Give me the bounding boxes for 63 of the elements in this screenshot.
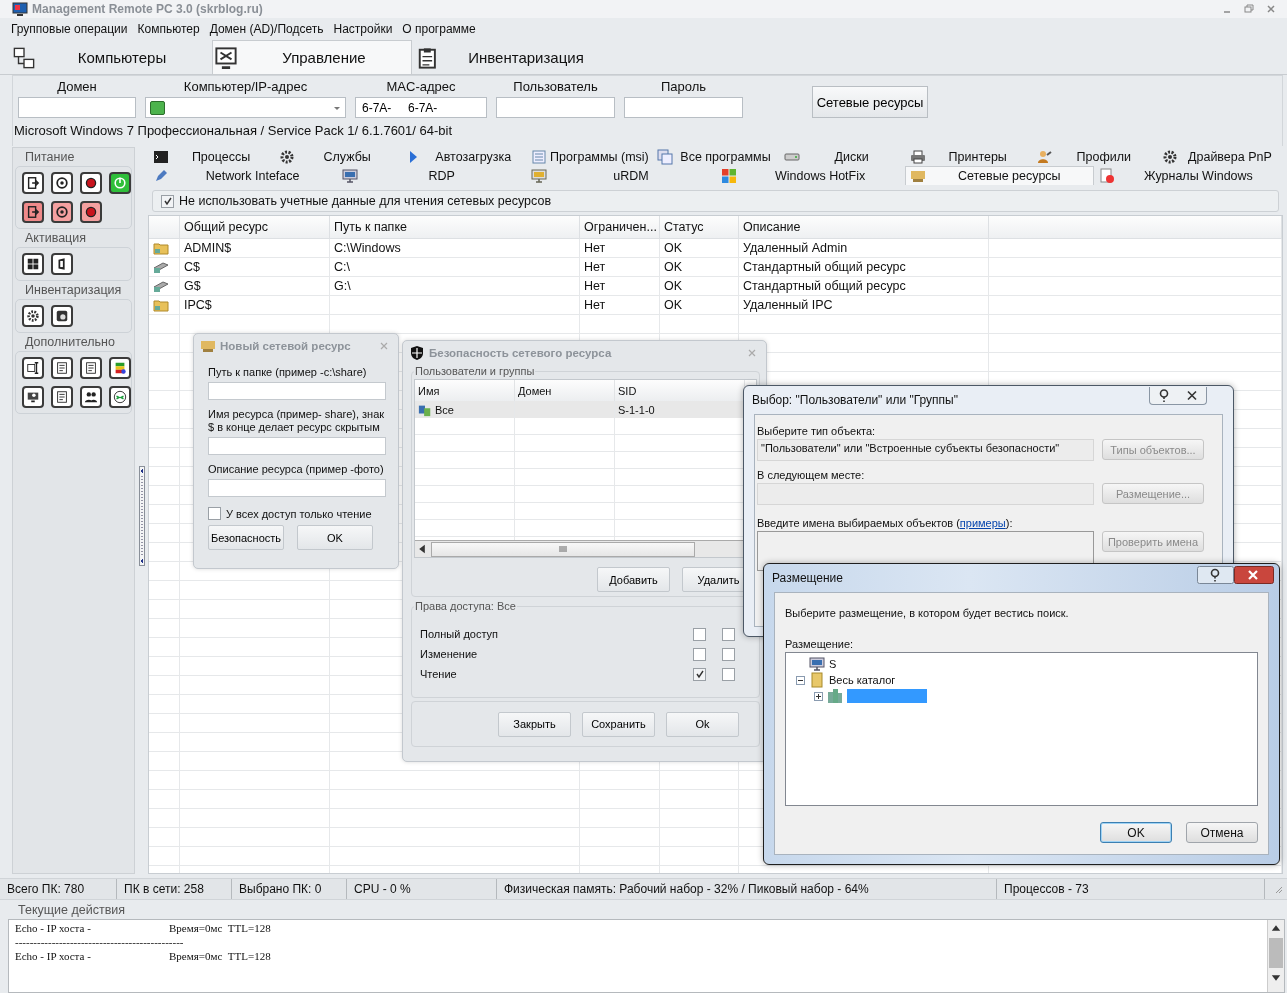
group-title: Активация bbox=[25, 231, 88, 247]
checkbox-label: У всех доступ только чтение bbox=[226, 507, 372, 520]
log-text: Время=0мс TTL=128 bbox=[169, 950, 271, 964]
field-label: Имя ресурса (пример- share), знак $ в конце делает ресурс скрытым bbox=[208, 408, 386, 434]
table-cell: G:\ bbox=[334, 279, 351, 293]
status-text: Процессов - 73 bbox=[1004, 882, 1089, 896]
table-cell: C$ bbox=[184, 260, 200, 274]
permission-label: Полный доступ bbox=[420, 628, 500, 640]
field-label: Домен bbox=[56, 79, 98, 96]
table-cell: S-1-1-0 bbox=[618, 403, 655, 416]
status-text: Всего ПК: 780 bbox=[7, 882, 85, 896]
table-cell: OK bbox=[664, 298, 683, 312]
status-text: Физическая память: Рабочий набор - 32% / Пиковый набор - 64% bbox=[504, 882, 869, 896]
field-label: Выберите тип объекта: bbox=[757, 425, 877, 437]
status-text: CPU - 0 % bbox=[354, 882, 411, 896]
field-label: Описание ресурса (пример -фото) bbox=[208, 463, 385, 476]
table-cell: G$ bbox=[184, 279, 201, 293]
prompt-text: Выберите размещение, в котором будет вестись поиск. bbox=[785, 607, 1070, 619]
field-label: Компьютер/IP-адрес bbox=[182, 79, 309, 96]
os-info: Microsoft Windows 7 Профессиональная / Service Pack 1/ 6.1.7601/ 64-bit bbox=[14, 123, 454, 138]
field-label: Пароль bbox=[659, 79, 708, 96]
field-label: Пользователь bbox=[512, 79, 599, 96]
tree-label: Размещение: bbox=[785, 638, 855, 650]
table-cell: Нет bbox=[584, 241, 606, 255]
table-cell: Нет bbox=[584, 260, 606, 274]
dialog-title: Безопасность сетевого ресурса bbox=[429, 347, 612, 359]
table-cell: OK bbox=[664, 279, 683, 293]
group-title: Дополнительно bbox=[25, 335, 116, 351]
window-title: Management Remote PC 3.0 (skrblog.ru) bbox=[32, 2, 263, 16]
log-title: Текущие действия bbox=[18, 903, 127, 919]
field-label: MAC-адрес bbox=[385, 79, 457, 96]
permission-label: Чтение bbox=[420, 668, 458, 680]
table-cell: C:\ bbox=[334, 260, 350, 274]
group-title: Питание bbox=[25, 150, 76, 166]
table-cell: C:\Windows bbox=[334, 241, 401, 255]
table-cell: Стандартный общий ресурс bbox=[743, 260, 906, 274]
table-cell: ADMIN$ bbox=[184, 241, 232, 255]
dialog-title: Новый сетевой ресурс bbox=[220, 340, 351, 352]
table-cell: Нет bbox=[584, 279, 606, 293]
log-text: Echo - IP хоста - bbox=[15, 950, 92, 964]
table-cell: Удаленный IPC bbox=[743, 298, 833, 312]
status-text: Выбрано ПК: 0 bbox=[239, 882, 322, 896]
table-cell: Стандартный общий ресурс bbox=[743, 279, 906, 293]
table-cell: Все bbox=[435, 403, 454, 416]
status-text: ПК в сети: 258 bbox=[124, 882, 204, 896]
table-cell: IPC$ bbox=[184, 298, 212, 312]
object-type-field: "Пользователи" или "Встроенные субъекты безопасности" bbox=[757, 439, 1094, 461]
group-title: Права доступа: Все bbox=[414, 600, 517, 612]
field-label: Путь к папке (пример -c:\share) bbox=[208, 366, 368, 379]
table-cell: OK bbox=[664, 260, 683, 274]
table-cell: Удаленный Admin bbox=[743, 241, 848, 255]
log-separator: ---------------------------------------------- bbox=[15, 936, 184, 950]
field-label: В следующем месте: bbox=[757, 469, 866, 481]
table-cell: Нет bbox=[584, 298, 606, 312]
table-cell: OK bbox=[664, 241, 683, 255]
group-title: Пользователи и группы bbox=[414, 365, 536, 377]
permission-label: Изменение bbox=[420, 648, 479, 660]
group-title: Инвентаризация bbox=[25, 283, 123, 299]
log-text: Echo - IP хоста - bbox=[15, 922, 92, 936]
checkbox-label: Не использовать учетные данные для чтения сетевых ресурсов bbox=[179, 194, 552, 208]
names-label: Введите имена выбираемых объектов (примеры): bbox=[757, 517, 1014, 529]
log-text: Время=0мс TTL=128 bbox=[169, 922, 271, 936]
dialog-title: Размещение bbox=[772, 571, 843, 585]
